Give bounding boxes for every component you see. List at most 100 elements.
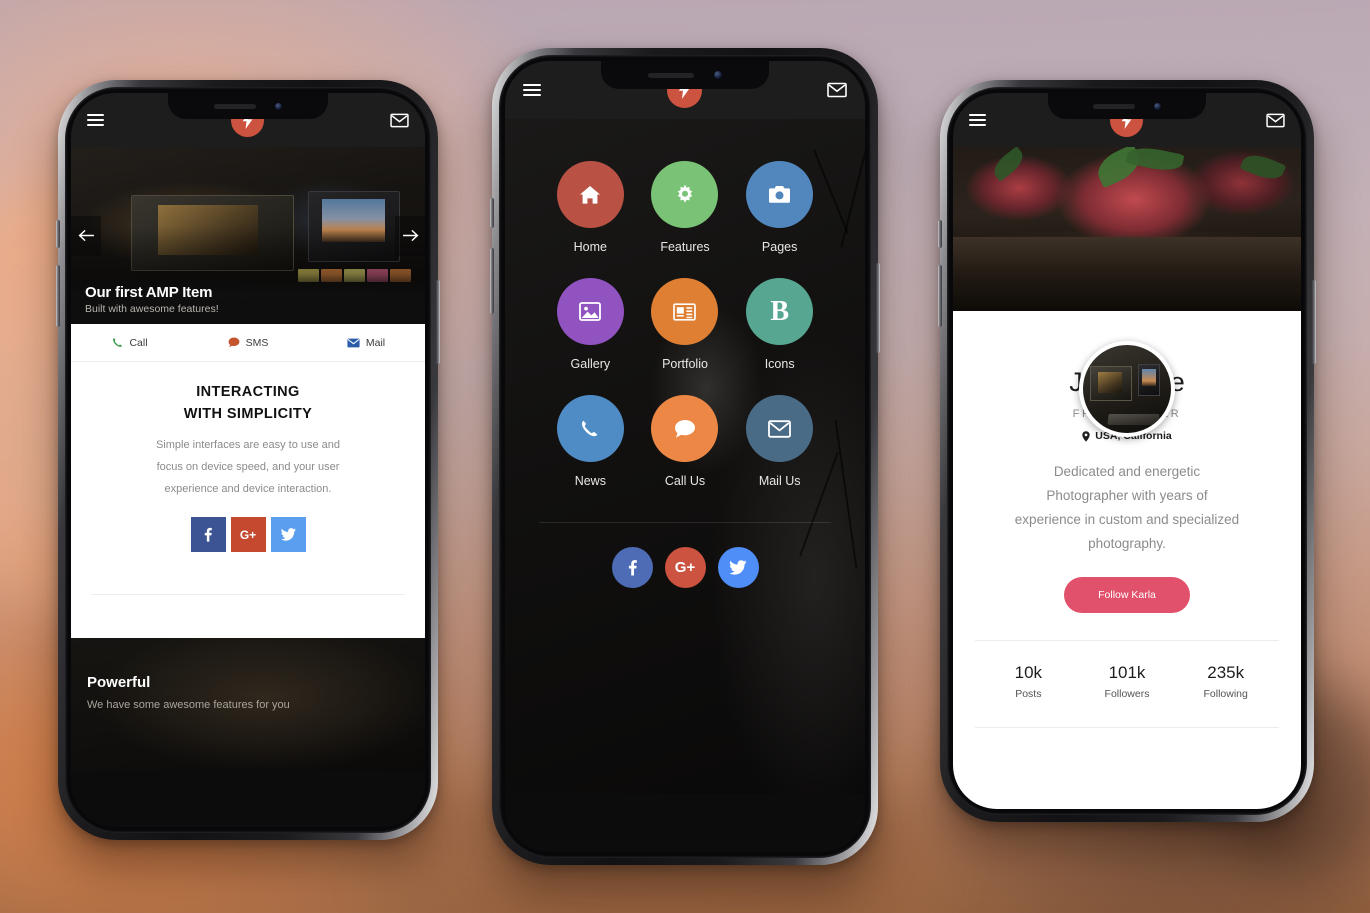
chat-bubble-icon — [674, 419, 695, 438]
carousel-next-button[interactable] — [395, 215, 425, 256]
menu-item-icons[interactable]: B Icons — [732, 278, 827, 371]
facebook-icon — [204, 527, 212, 542]
card-heading-line1: INTERACTING — [196, 384, 300, 400]
menu-label-portfolio: Portfolio — [662, 357, 708, 371]
contact-call-label: Call — [129, 336, 148, 349]
newspaper-icon-circle — [651, 278, 719, 345]
profile-divider-bottom — [975, 727, 1279, 728]
profile-bio-line2: Photographer with years of — [1046, 488, 1208, 503]
menu-label-mail-us: Mail Us — [758, 474, 801, 488]
arrow-left-icon — [78, 229, 94, 242]
stat-following-value: 235k — [1207, 663, 1245, 682]
profile-bio-line4: photography. — [1088, 536, 1166, 551]
menu-item-gallery[interactable]: Gallery — [543, 278, 638, 371]
mail-icon[interactable] — [827, 82, 847, 98]
facebook-button[interactable] — [611, 547, 653, 588]
mail-icon[interactable] — [1266, 113, 1285, 128]
contact-call-button[interactable]: Call — [71, 324, 189, 361]
hamburger-icon[interactable] — [969, 114, 986, 126]
carousel-prev-button[interactable] — [71, 215, 101, 256]
phone-center-mute-switch[interactable] — [490, 198, 494, 228]
phone-left-notch — [168, 93, 328, 119]
simplicity-card: INTERACTING WITH SIMPLICITY Simple inter… — [71, 362, 425, 638]
stat-posts[interactable]: 10k Posts — [979, 663, 1078, 700]
bold-b-icon: B — [770, 295, 789, 327]
carousel-caption: Our first AMP Item Built with awesome fe… — [71, 274, 425, 324]
profile-cover-image — [953, 147, 1301, 311]
phone-left-mute-switch[interactable] — [56, 220, 60, 248]
profile-bio-line3: experience in custom and specialized — [1014, 512, 1240, 527]
avatar-monitor-small-image — [1141, 368, 1157, 387]
carousel-subtitle: Built with awesome features! — [85, 303, 219, 315]
menu-label-gallery: Gallery — [570, 357, 611, 371]
newspaper-icon — [673, 302, 697, 321]
stat-followers[interactable]: 101k Followers — [1078, 663, 1177, 700]
envelope-icon — [768, 419, 792, 438]
avatar[interactable] — [1079, 341, 1175, 437]
card-body-line2: focus on device speed, and your user — [156, 461, 340, 473]
menu-item-portfolio[interactable]: Portfolio — [638, 278, 733, 371]
contact-sms-button[interactable]: SMS — [189, 324, 307, 361]
chat-bubble-icon — [228, 337, 240, 348]
menu-item-features[interactable]: Features — [638, 161, 733, 254]
phone-center-notch — [601, 61, 769, 89]
menu-label-features: Features — [660, 240, 710, 254]
gear-icon — [677, 184, 693, 203]
carousel-title: Our first AMP Item — [85, 284, 213, 301]
menu-item-news[interactable]: News — [543, 395, 638, 488]
contact-bar: Call SMS Mail — [71, 324, 425, 362]
menu-divider — [539, 522, 831, 523]
phone-icon — [582, 420, 598, 436]
twitter-button[interactable] — [717, 547, 759, 588]
menu-label-call-us: Call Us — [664, 474, 706, 488]
follow-button[interactable]: Follow Karla — [1064, 577, 1190, 613]
camera-icon — [769, 186, 791, 203]
powerful-section[interactable]: Powerful We have some awesome features f… — [71, 638, 425, 771]
menu-item-home[interactable]: Home — [543, 161, 638, 254]
front-camera-icon — [1153, 102, 1161, 110]
carousel-hero[interactable]: Our first AMP Item Built with awesome fe… — [71, 147, 425, 324]
phone-right: John Doe FRUIT SELLER USA, California De… — [938, 80, 1316, 822]
phone-center-volume-button[interactable] — [490, 248, 494, 314]
phone-center: Home Features Pages Gallery Portfolio B … — [490, 48, 880, 865]
google-plus-icon: G+ — [674, 559, 696, 576]
phone-right-power-button[interactable] — [1312, 280, 1316, 364]
phone-left: Our first AMP Item Built with awesome fe… — [56, 80, 440, 840]
phone-left-power-button[interactable] — [436, 280, 440, 364]
menu-label-news: News — [574, 474, 606, 488]
bold-b-icon-circle: B — [746, 278, 814, 345]
front-camera-icon — [714, 71, 723, 79]
avatar-monitor-large-image — [1098, 371, 1123, 393]
menu-item-pages[interactable]: Pages — [732, 161, 827, 254]
hamburger-icon[interactable] — [523, 84, 541, 96]
arrow-right-icon — [402, 229, 418, 242]
envelope-icon — [347, 338, 360, 347]
strawberry-leaf — [1239, 149, 1286, 184]
wooden-plank — [953, 237, 1301, 293]
phone-right-volume-button[interactable] — [938, 265, 942, 327]
home-icon — [580, 185, 601, 204]
phone-right-mute-switch[interactable] — [938, 220, 942, 248]
phone-left-volume-button[interactable] — [56, 265, 60, 327]
profile-bio-line1: Dedicated and energetic — [1053, 464, 1201, 479]
menu-item-mail-us[interactable]: Mail Us — [732, 395, 827, 488]
phone-right-screen: John Doe FRUIT SELLER USA, California De… — [953, 93, 1301, 809]
menu-item-call-us[interactable]: Call Us — [638, 395, 733, 488]
stat-following[interactable]: 235k Following — [1176, 663, 1275, 700]
strawberry-leaf — [989, 147, 1028, 183]
hamburger-icon[interactable] — [87, 114, 104, 126]
mail-icon[interactable] — [390, 113, 409, 128]
google-plus-button[interactable]: G+ — [664, 547, 706, 588]
phone-right-notch — [1048, 93, 1206, 119]
menu-label-pages: Pages — [761, 240, 798, 254]
earpiece-speaker — [647, 72, 694, 78]
stat-followers-value: 101k — [1108, 663, 1146, 682]
avatar-monitor-large — [1090, 366, 1133, 402]
contact-mail-button[interactable]: Mail — [307, 324, 425, 361]
card-heading-line2: WITH SIMPLICITY — [183, 406, 313, 422]
facebook-button[interactable] — [190, 517, 226, 552]
twitter-button[interactable] — [270, 517, 306, 552]
phone-center-power-button[interactable] — [876, 263, 880, 353]
google-plus-button[interactable]: G+ — [230, 517, 266, 552]
earpiece-speaker — [213, 103, 256, 109]
